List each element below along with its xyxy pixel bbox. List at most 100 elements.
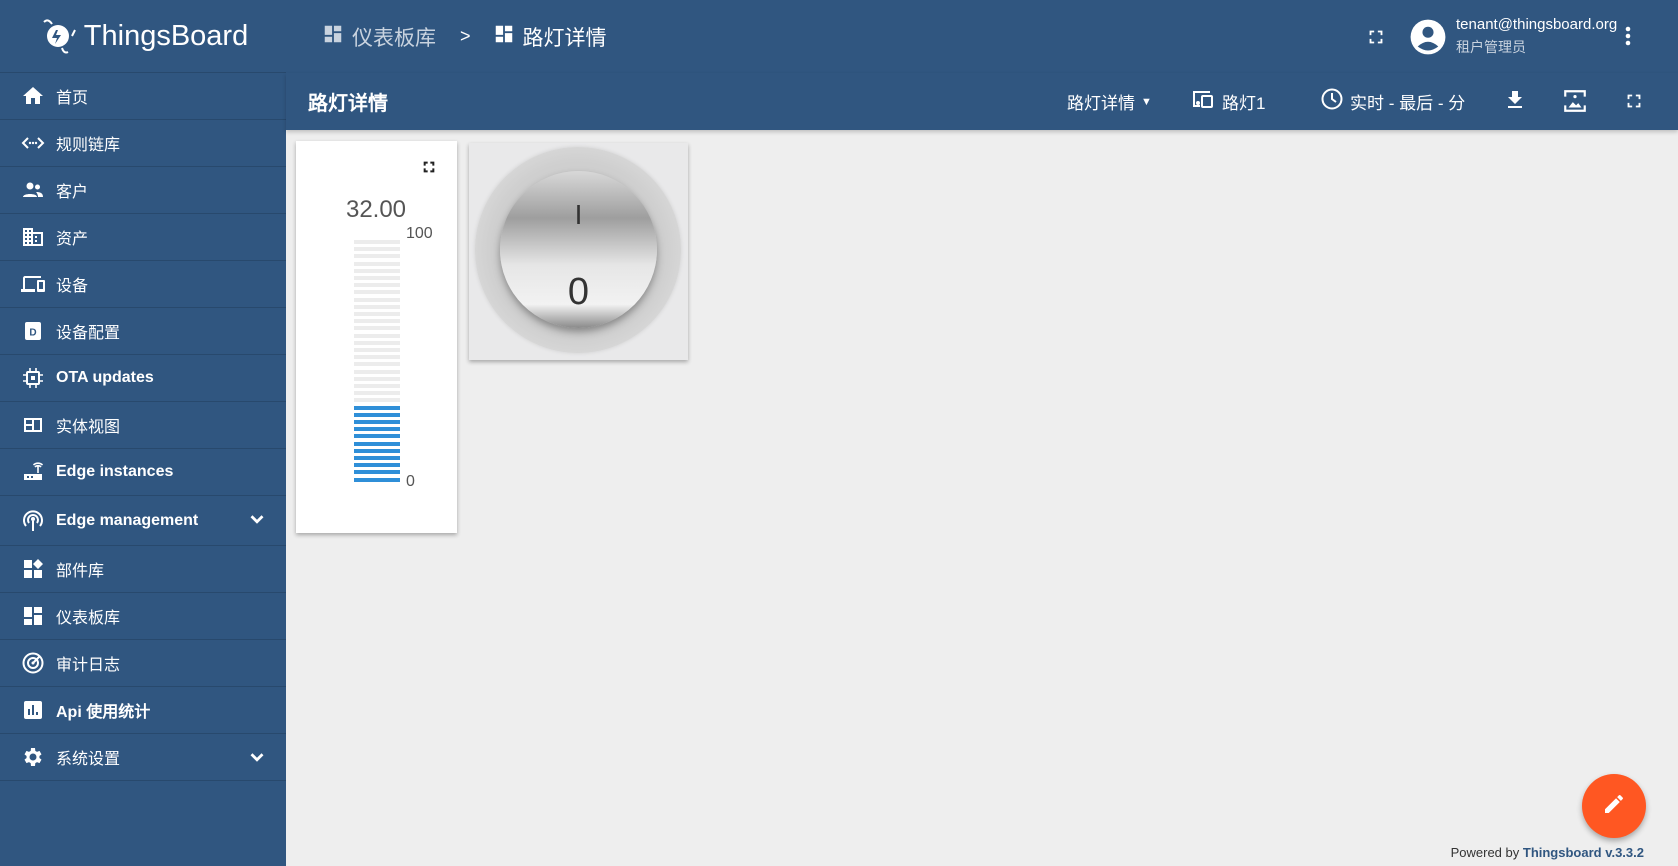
top-bar: 仪表板库 > 路灯详情 tenant@thingsboard.org 租户管理员 <box>286 0 1678 73</box>
router-icon <box>20 459 46 485</box>
device-profile-icon: D <box>20 318 46 344</box>
user-info[interactable]: tenant@thingsboard.org 租户管理员 <box>1456 16 1617 57</box>
sidebar-item-资产[interactable]: 资产 <box>0 214 286 261</box>
dashboard-title: 路灯详情 <box>308 93 388 115</box>
gauge-segment <box>354 434 400 439</box>
sidebar-item-edge-management[interactable]: Edge management <box>0 496 286 546</box>
gauge-segment <box>354 312 400 316</box>
gauge-segment <box>354 463 400 468</box>
fullscreen-icon[interactable] <box>1623 90 1645 117</box>
sidebar-item-首页[interactable]: 首页 <box>0 73 286 120</box>
export-image-icon[interactable] <box>1562 88 1588 119</box>
gauge-segment <box>354 283 400 288</box>
sidebar-item-label: Edge instances <box>56 463 174 480</box>
sidebar: ThingsBoard 首页规则链库客户资产设备 D 设备配置 OTA updates… <box>0 0 286 866</box>
logo[interactable]: ThingsBoard <box>0 0 286 73</box>
gauge-segment <box>354 362 400 367</box>
gauge-segment <box>354 448 400 453</box>
entity-alias-button[interactable]: 路灯1 <box>1190 88 1265 115</box>
breadcrumb-label: 路灯详情 <box>522 26 607 50</box>
sidebar-item-label: 系统设置 <box>56 751 121 768</box>
customers-icon <box>20 177 46 203</box>
state-select[interactable]: 路灯详情 ▼ <box>1067 89 1152 114</box>
gauge-segment <box>354 333 400 338</box>
gauge-segment <box>354 391 400 396</box>
sidebar-item-客户[interactable]: 客户 <box>0 167 286 214</box>
fullscreen-icon[interactable] <box>1365 26 1387 53</box>
knob-off-label: 0 <box>567 271 590 313</box>
gauge-segment <box>354 304 400 309</box>
sidebar-item-label: 审计日志 <box>56 657 121 674</box>
gauge-segment <box>354 420 400 424</box>
gauge-segment <box>354 456 400 460</box>
sidebar-item-label: 首页 <box>56 90 89 107</box>
gauge-segment <box>354 427 400 432</box>
gauge-segment <box>354 297 400 302</box>
gauge-segment <box>354 405 400 410</box>
gauge-segment <box>354 319 400 324</box>
dashboard-icon <box>493 23 515 51</box>
account-avatar-icon[interactable] <box>1409 18 1447 61</box>
gauge-segment <box>354 441 400 446</box>
sidebar-item-部件库[interactable]: 部件库 <box>0 546 286 593</box>
sidebar-item-label: Api 使用统计 <box>56 704 151 721</box>
devices-icon <box>1190 88 1216 115</box>
gauge-widget: 32.00 100 0 <box>296 141 457 533</box>
gauge-max-label: 100 <box>406 225 433 242</box>
sidebar-item-label: 设备 <box>56 278 89 295</box>
gauge-segment <box>354 261 400 266</box>
sidebar-item-设备[interactable]: 设备 <box>0 261 286 308</box>
sidebar-item-label: Edge management <box>56 511 199 529</box>
breadcrumb-dashboards[interactable]: 仪表板库 <box>322 22 436 52</box>
chevron-down-icon[interactable] <box>246 508 268 535</box>
gauge-segment <box>354 340 400 345</box>
dashboard-toolbar: 路灯详情 路灯详情 ▼ 路灯1 实时 - 最后 - 分 <box>286 73 1678 130</box>
sidebar-item-label: 资产 <box>56 231 89 248</box>
assets-icon <box>20 224 46 250</box>
sidebar-item-实体视图[interactable]: 实体视图 <box>0 402 286 449</box>
widget-fullscreen-icon[interactable] <box>421 159 437 180</box>
powered-link[interactable]: Thingsboard v.3.3.2 <box>1523 845 1644 860</box>
audit-icon <box>20 650 46 676</box>
sidebar-item-api-使用统计[interactable]: Api 使用统计 <box>0 687 286 734</box>
gauge-segment <box>354 326 400 331</box>
timewindow-label: 实时 - 最后 - 分 <box>1350 94 1466 113</box>
antenna-icon <box>20 508 46 534</box>
breadcrumb-current: 路灯详情 <box>493 22 607 52</box>
home-icon <box>20 83 46 109</box>
sidebar-item-label: 实体视图 <box>56 419 121 436</box>
chevron-down-icon[interactable] <box>246 746 268 773</box>
sidebar-item-label: 规则链库 <box>56 137 121 154</box>
sidebar-item-规则链库[interactable]: 规则链库 <box>0 120 286 167</box>
edit-dashboard-button[interactable] <box>1582 774 1646 838</box>
timewindow-button[interactable]: 实时 - 最后 - 分 <box>1320 87 1465 116</box>
clock-icon <box>1320 87 1344 116</box>
sidebar-item-label: 部件库 <box>56 563 105 580</box>
knob-on-label: I <box>574 199 583 230</box>
gauge-segment <box>354 384 400 388</box>
more-vert-icon[interactable] <box>1624 24 1632 53</box>
gauge-segment <box>354 369 400 374</box>
gauge-segment <box>354 240 400 244</box>
sidebar-item-edge-instances[interactable]: Edge instances <box>0 449 286 496</box>
chart-icon <box>20 697 46 723</box>
state-label: 路灯详情 <box>1067 94 1135 113</box>
gauge-segment <box>354 247 400 252</box>
gauge-segment <box>354 254 400 259</box>
sidebar-item-label: OTA updates <box>56 369 154 386</box>
download-icon[interactable] <box>1503 88 1527 117</box>
gauge-segment <box>354 276 400 280</box>
sidebar-item-系统设置[interactable]: 系统设置 <box>0 734 286 781</box>
gauge-segment <box>354 398 400 403</box>
gauge-segment <box>354 348 400 352</box>
sidebar-item-审计日志[interactable]: 审计日志 <box>0 640 286 687</box>
gauge-segment <box>354 376 400 381</box>
breadcrumb-label: 仪表板库 <box>352 26 436 50</box>
sidebar-item-设备配置[interactable]: D 设备配置 <box>0 308 286 355</box>
sidebar-item-仪表板库[interactable]: 仪表板库 <box>0 593 286 640</box>
sidebar-item-label: 仪表板库 <box>56 610 121 627</box>
pencil-icon <box>1602 792 1626 821</box>
gauge-segment <box>354 477 400 482</box>
gauge-bar <box>354 240 400 484</box>
sidebar-item-ota-updates[interactable]: OTA updates <box>0 355 286 402</box>
